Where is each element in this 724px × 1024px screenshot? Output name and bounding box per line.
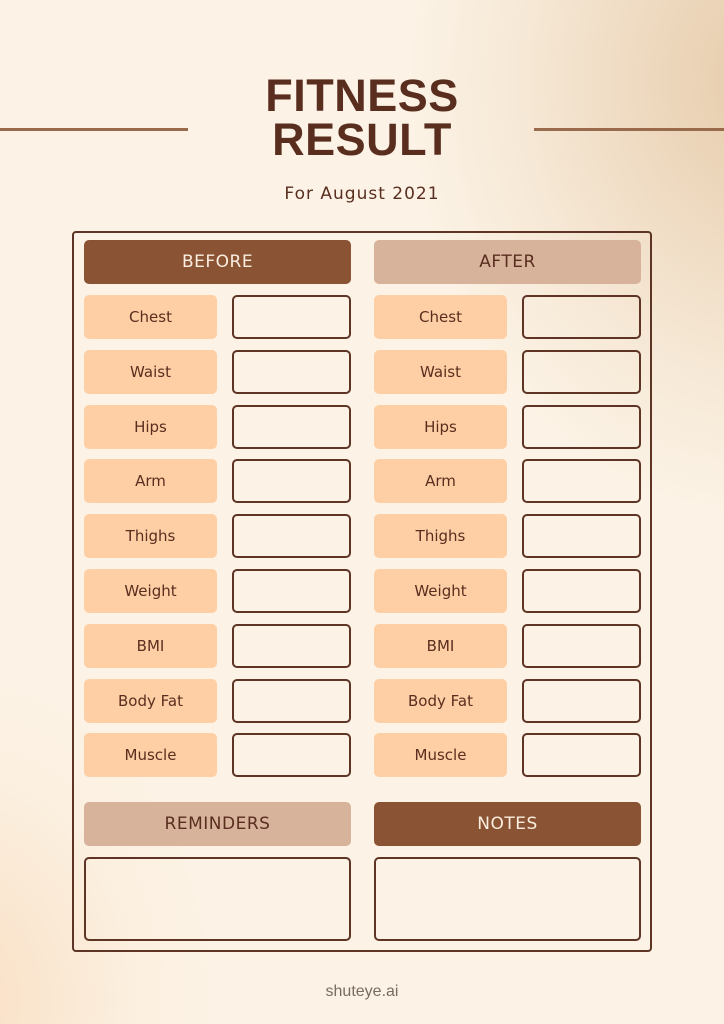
- before-input-muscle[interactable]: [232, 733, 351, 777]
- reminders-header: REMINDERS: [84, 802, 351, 846]
- before-label-arm: Arm: [84, 459, 217, 503]
- before-input-hips[interactable]: [232, 405, 351, 449]
- after-label-hips: Hips: [374, 405, 507, 449]
- after-input-chest[interactable]: [522, 295, 641, 339]
- after-label-waist: Waist: [374, 350, 507, 394]
- after-label-chest: Chest: [374, 295, 507, 339]
- after-input-arm[interactable]: [522, 459, 641, 503]
- after-input-hips[interactable]: [522, 405, 641, 449]
- title-line-2: RESULT: [272, 114, 452, 165]
- before-input-chest[interactable]: [232, 295, 351, 339]
- before-label-bmi: BMI: [84, 624, 217, 668]
- before-label-thighs: Thighs: [84, 514, 217, 558]
- after-input-weight[interactable]: [522, 569, 641, 613]
- before-label-chest: Chest: [84, 295, 217, 339]
- before-input-arm[interactable]: [232, 459, 351, 503]
- before-header: BEFORE: [84, 240, 351, 284]
- after-input-muscle[interactable]: [522, 733, 641, 777]
- after-label-bmi: BMI: [374, 624, 507, 668]
- before-input-waist[interactable]: [232, 350, 351, 394]
- before-label-waist: Waist: [84, 350, 217, 394]
- after-input-thighs[interactable]: [522, 514, 641, 558]
- before-input-body-fat[interactable]: [232, 679, 351, 723]
- notes-header: NOTES: [374, 802, 641, 846]
- after-input-bmi[interactable]: [522, 624, 641, 668]
- after-label-muscle: Muscle: [374, 733, 507, 777]
- before-label-muscle: Muscle: [84, 733, 217, 777]
- footer-brand: shuteye.ai: [325, 983, 399, 1000]
- before-label-body-fat: Body Fat: [84, 679, 217, 723]
- after-input-body-fat[interactable]: [522, 679, 641, 723]
- reminders-field[interactable]: [84, 857, 351, 941]
- before-input-weight[interactable]: [232, 569, 351, 613]
- before-label-hips: Hips: [84, 405, 217, 449]
- before-label-weight: Weight: [84, 569, 217, 613]
- after-label-arm: Arm: [374, 459, 507, 503]
- after-input-waist[interactable]: [522, 350, 641, 394]
- page-subtitle: For August 2021: [284, 184, 440, 204]
- title-line-1: FITNESS: [265, 70, 459, 121]
- after-header: AFTER: [374, 240, 641, 284]
- after-label-body-fat: Body Fat: [374, 679, 507, 723]
- before-input-thighs[interactable]: [232, 514, 351, 558]
- page-title: FITNESS RESULT: [0, 70, 724, 165]
- notes-field[interactable]: [374, 857, 641, 941]
- after-label-weight: Weight: [374, 569, 507, 613]
- after-label-thighs: Thighs: [374, 514, 507, 558]
- before-input-bmi[interactable]: [232, 624, 351, 668]
